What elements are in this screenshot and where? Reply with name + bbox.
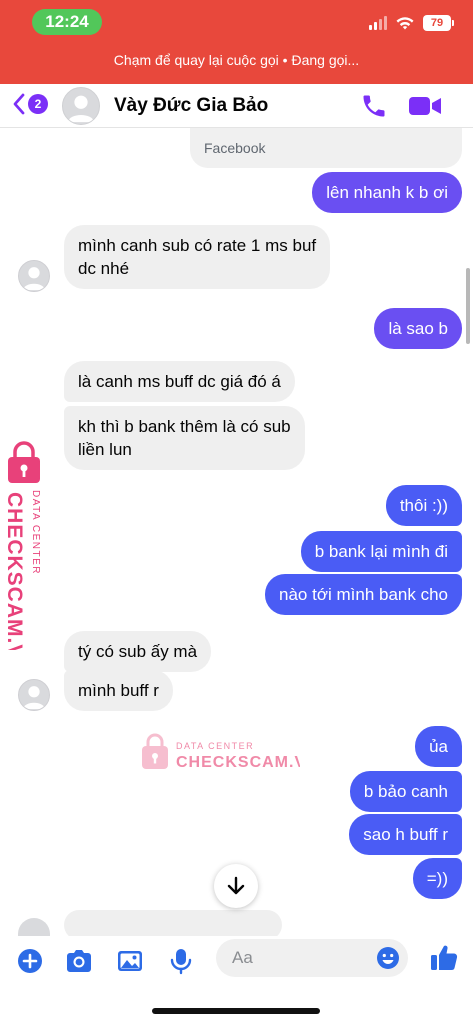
checkscam-watermark-side: CHECKSCAM.VN DATA CENTER — [4, 441, 41, 650]
message-line: kh thì b bank thêm là có sub — [78, 417, 291, 436]
wifi-icon — [396, 16, 414, 29]
outgoing-message[interactable]: là sao b — [374, 308, 462, 349]
scroll-to-bottom-button[interactable] — [214, 864, 258, 908]
chevron-left-icon — [13, 93, 25, 115]
outgoing-message[interactable]: =)) — [412, 858, 462, 899]
link-source-label: Facebook — [204, 140, 266, 156]
scrollbar[interactable] — [466, 268, 470, 344]
outgoing-message[interactable]: nào tới mình bank cho — [265, 574, 462, 615]
incoming-message[interactable]: kh thì b bank thêm là có sub liền lun — [64, 406, 305, 470]
default-avatar-icon — [22, 267, 46, 291]
return-to-call-banner[interactable]: Chạm để quay lại cuộc gọi • Đang gọi... — [0, 52, 473, 68]
message-line: mình canh sub có rate 1 ms buf — [78, 236, 317, 255]
checkscam-watermark-center: DATA CENTER CHECKSCAM.VN — [142, 733, 300, 771]
outgoing-message[interactable]: lên nhanh k b ơi — [312, 172, 462, 213]
message-line: liền lun — [78, 440, 132, 459]
incoming-message[interactable]: là canh ms buff dc giá đó á — [64, 361, 295, 402]
watermark-tagline-text: DATA CENTER — [176, 741, 254, 751]
camera-icon[interactable] — [64, 946, 94, 976]
status-bar: 12:24 79 Chạm để quay lại cuộc gọi • Đan… — [0, 0, 473, 84]
thumbs-up-icon[interactable] — [428, 942, 460, 974]
cellular-signal-icon — [369, 16, 387, 30]
battery-indicator: 79 — [423, 15, 454, 31]
outgoing-message[interactable]: sao h buff r — [349, 814, 462, 855]
shared-link-bubble[interactable]: Facebook — [190, 128, 462, 168]
sender-avatar-partial — [18, 918, 50, 936]
message-line: dc nhé — [78, 259, 130, 278]
outgoing-message[interactable]: ủa — [415, 726, 462, 767]
arrow-down-icon — [227, 876, 245, 895]
default-avatar-icon — [67, 95, 95, 123]
lock-icon — [142, 733, 168, 769]
video-call-icon[interactable] — [408, 92, 442, 120]
incoming-message[interactable]: tý có sub ấy mà — [64, 631, 212, 672]
status-time: 12:24 — [32, 9, 102, 35]
message-input[interactable] — [216, 939, 366, 977]
gallery-icon[interactable] — [115, 946, 145, 976]
watermark-tagline-text: DATA CENTER — [30, 490, 41, 575]
watermark-brand-text: CHECKSCAM.VN — [176, 754, 300, 771]
watermark-brand-text: CHECKSCAM.VN — [4, 492, 26, 650]
emoji-icon[interactable] — [376, 946, 400, 970]
plus-circle-icon[interactable] — [15, 946, 45, 976]
sender-avatar[interactable] — [18, 260, 50, 292]
default-avatar-icon — [22, 686, 46, 710]
contact-name[interactable]: Vày Đức Gia Bảo — [114, 95, 268, 117]
lock-icon — [8, 441, 40, 483]
unread-count-badge: 2 — [28, 94, 48, 114]
back-button[interactable]: 2 — [12, 92, 48, 116]
message-list[interactable]: Facebook lên nhanh k b ơi mình canh sub … — [0, 128, 473, 936]
incoming-message[interactable]: mình canh sub có rate 1 ms buf dc nhé — [64, 225, 331, 289]
outgoing-message[interactable]: b bank lại mình đi — [300, 531, 462, 572]
outgoing-message[interactable]: b bảo canh — [349, 771, 462, 812]
home-indicator — [152, 1008, 320, 1014]
contact-avatar[interactable] — [62, 87, 100, 125]
outgoing-message[interactable]: thôi :)) — [385, 485, 462, 526]
message-input-box[interactable] — [216, 939, 408, 977]
message-composer — [0, 936, 473, 1024]
sender-avatar[interactable] — [18, 679, 50, 711]
incoming-message[interactable]: mình buff r — [64, 670, 173, 711]
status-icons: 79 — [369, 12, 454, 34]
microphone-icon[interactable] — [166, 946, 196, 976]
conversation-header: 2 Vày Đức Gia Bảo — [0, 84, 473, 128]
incoming-message-partial — [64, 910, 282, 936]
phone-call-icon[interactable] — [360, 92, 388, 120]
